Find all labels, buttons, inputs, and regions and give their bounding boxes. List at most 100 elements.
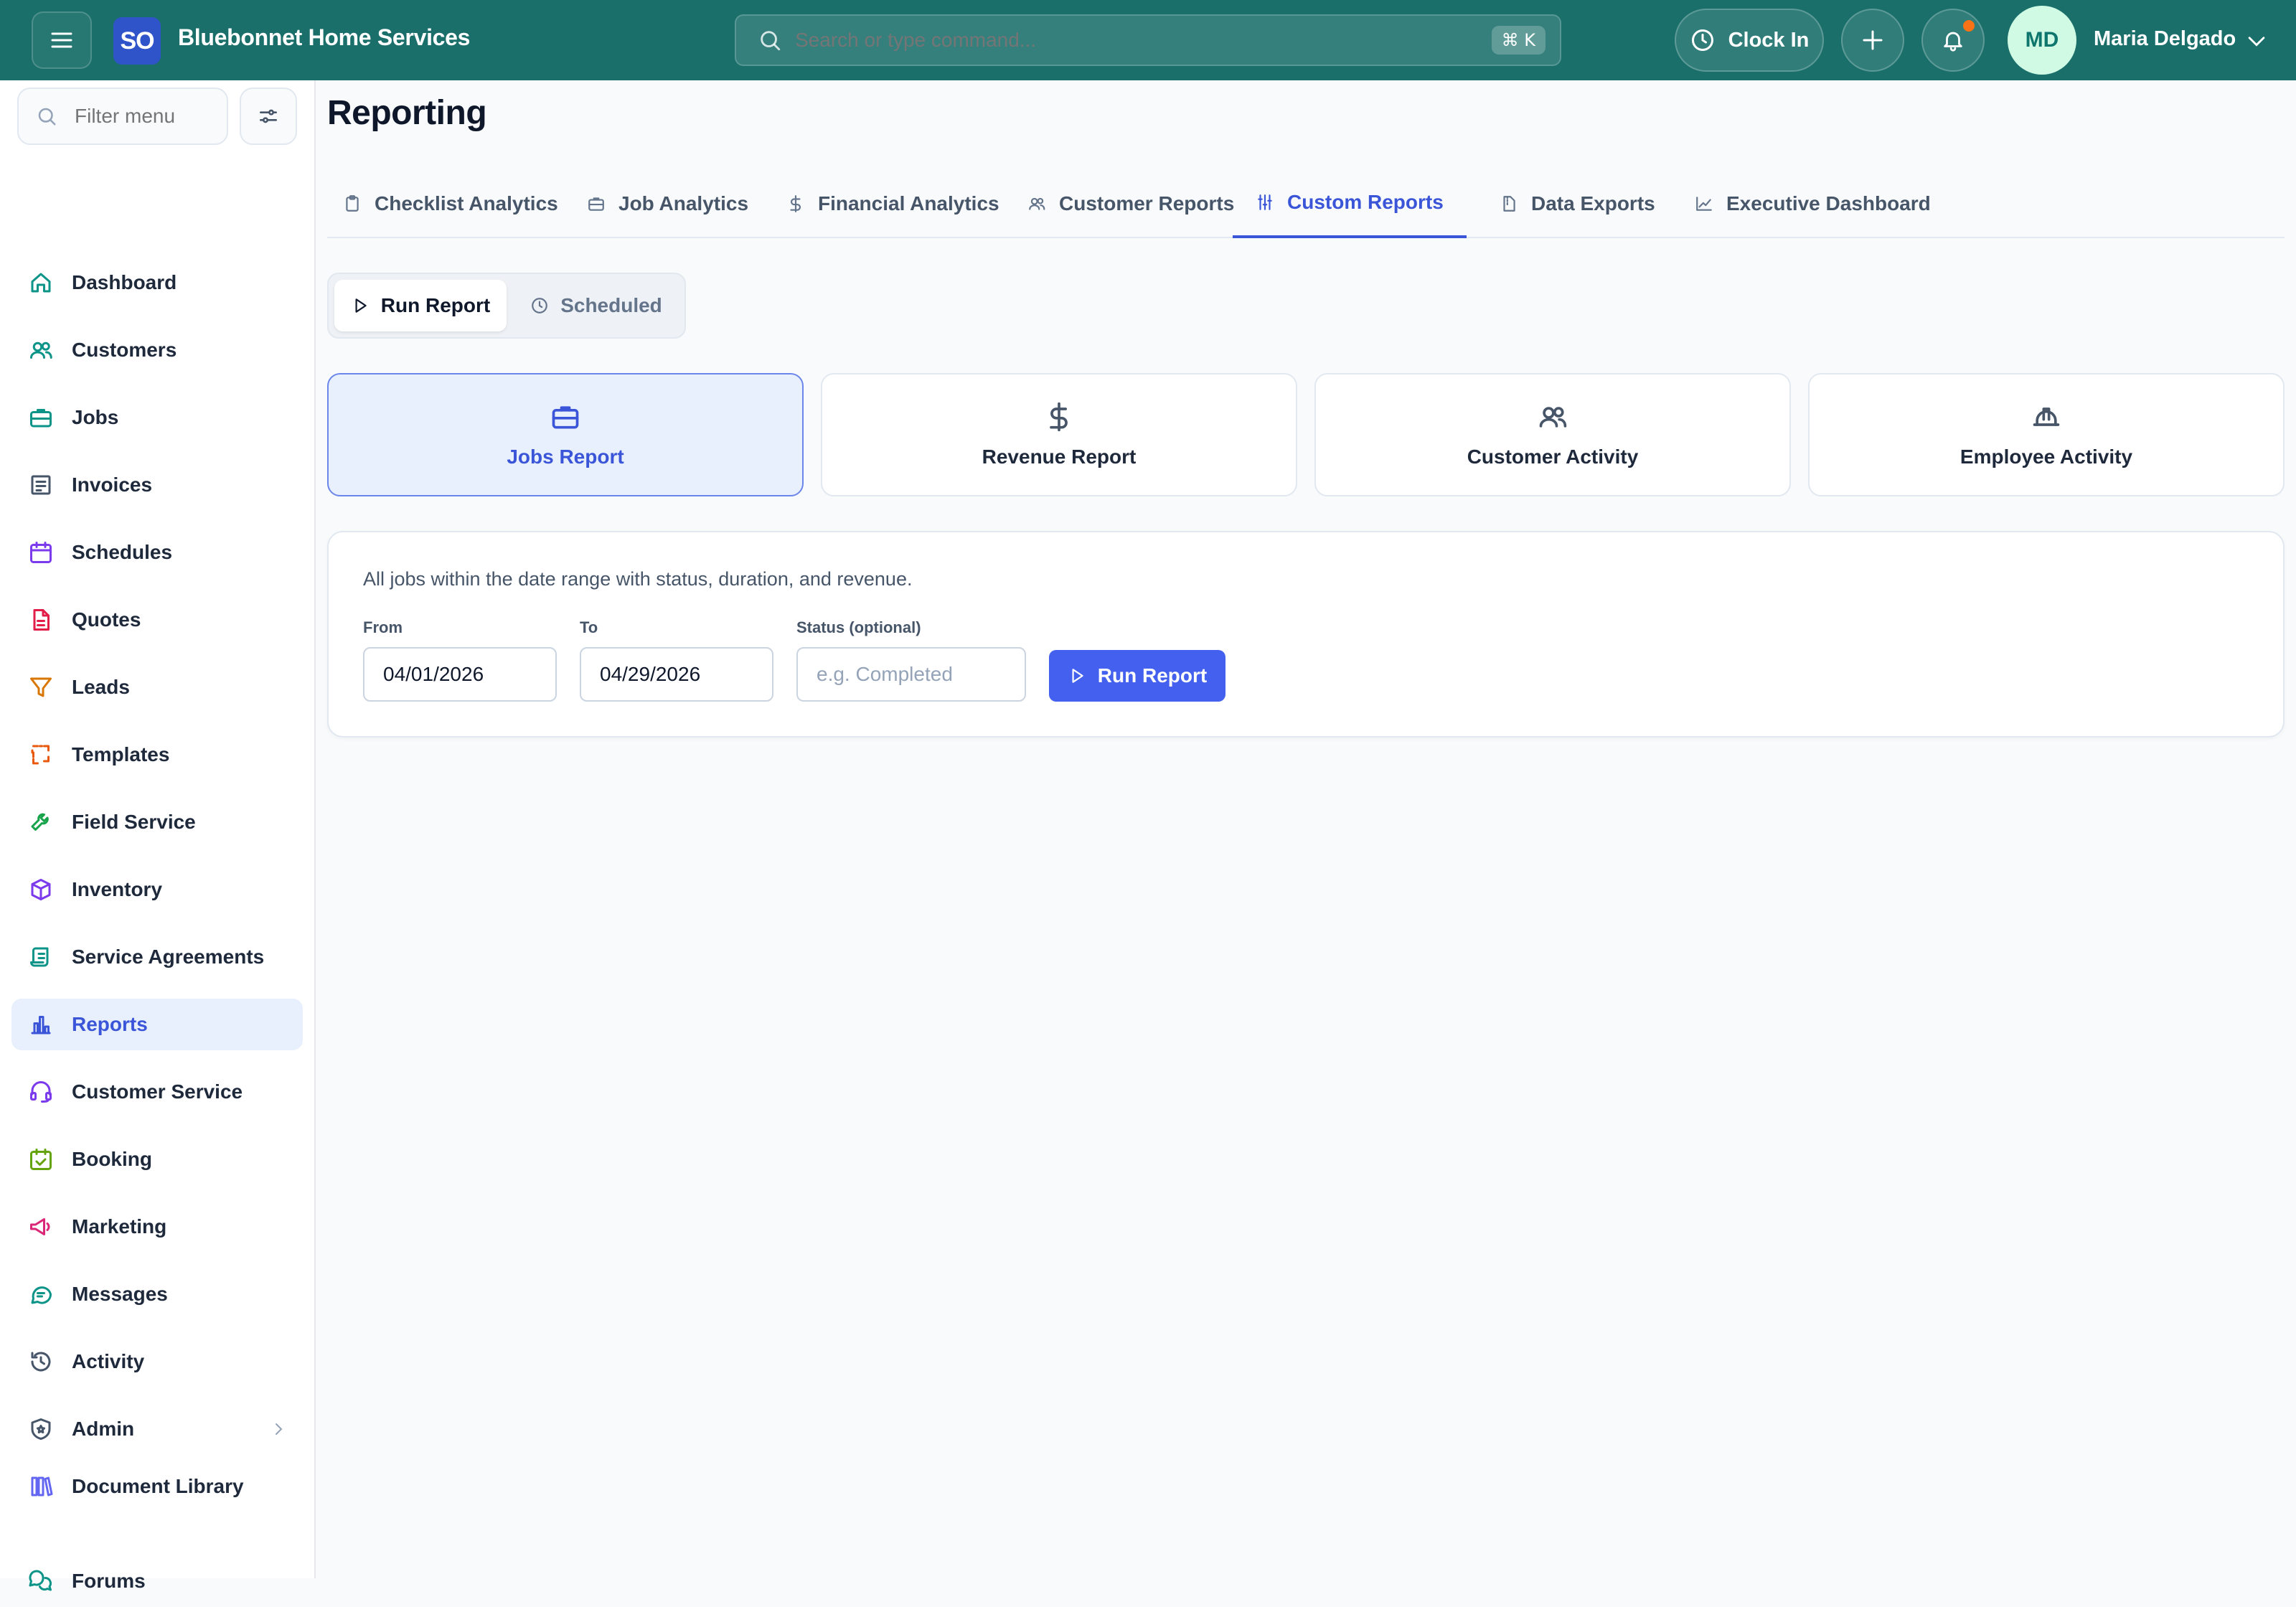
run-report-button[interactable]: Run Report (1049, 650, 1225, 702)
chevron-right-icon[interactable] (270, 1420, 287, 1438)
report-type-employee-activity[interactable]: Employee Activity (1808, 373, 2285, 496)
tab-label: Data Exports (1531, 192, 1655, 215)
to-date-field[interactable] (580, 647, 773, 702)
sidebar-item-quotes[interactable]: Quotes (11, 594, 303, 646)
clock-in-button[interactable]: Clock In (1675, 9, 1824, 72)
sidebar-item-field-service[interactable]: Field Service (11, 796, 303, 848)
play-icon (351, 296, 370, 315)
sidebar-item-label: Activity (72, 1350, 145, 1372)
hard-hat-icon (2031, 401, 2062, 433)
top-bar: SO Bluebonnet Home Services ⌘ K Clock In… (0, 0, 2296, 80)
tab-label: Customer Reports (1059, 192, 1235, 215)
package-icon (27, 876, 55, 903)
clipboard-icon (343, 194, 362, 213)
sidebar-item-templates[interactable]: Templates (11, 729, 303, 781)
bar-chart-icon (27, 1011, 55, 1038)
users-icon (27, 336, 55, 364)
sidebar-item-jobs[interactable]: Jobs (11, 392, 303, 443)
headset-icon (27, 1078, 55, 1106)
message-icon (27, 1281, 55, 1308)
sidebar-item-label: Document Library (72, 1475, 244, 1497)
sidebar-item-label: Jobs (72, 406, 119, 428)
sidebar-item-label: Invoices (72, 473, 153, 496)
tab-customer-reports[interactable]: Customer Reports (1004, 169, 1257, 238)
report-type-revenue-report[interactable]: Revenue Report (821, 373, 1297, 496)
sidebar-item-customer-service[interactable]: Customer Service (11, 1066, 303, 1118)
sidebar-item-label: Booking (72, 1148, 152, 1170)
company-name: Bluebonnet Home Services (178, 24, 471, 50)
status-filter-field[interactable] (796, 647, 1026, 702)
sidebar-item-activity[interactable]: Activity (11, 1336, 303, 1387)
sidebar-item-messages[interactable]: Messages (11, 1268, 303, 1320)
quick-add-button[interactable] (1841, 9, 1904, 72)
user-name[interactable]: Maria Delgado (2094, 27, 2236, 51)
sidebar-item-invoices[interactable]: Invoices (11, 459, 303, 511)
filter-menu-input[interactable] (75, 105, 218, 128)
sidebar: Dashboard Customers Jobs Invoices Schedules Q… (0, 80, 316, 1592)
status-filter-label: Status (optional) (796, 618, 921, 636)
sidebar-item-label: Customer Service (72, 1080, 243, 1103)
search-input[interactable] (795, 29, 1492, 52)
sidebar-item-label: Messages (72, 1283, 168, 1305)
sidebar-item-label: Templates (72, 743, 170, 765)
clock-icon (1690, 27, 1716, 53)
sidebar-item-label: Marketing (72, 1215, 167, 1238)
sidebar-item-booking[interactable]: Booking (11, 1134, 303, 1185)
scheduled-mode-button[interactable]: Scheduled (514, 280, 679, 331)
sidebar-item-marketing[interactable]: Marketing (11, 1201, 303, 1253)
run-report-mode-button[interactable]: Run Report (334, 280, 507, 331)
search-icon (36, 105, 57, 127)
report-type-jobs-report[interactable]: Jobs Report (327, 373, 804, 496)
briefcase-icon (27, 404, 55, 431)
users-icon (1537, 401, 1568, 433)
tab-data-exports[interactable]: Data Exports (1477, 169, 1678, 238)
history-icon (27, 1348, 55, 1375)
menu-settings-button[interactable] (240, 88, 297, 145)
global-search[interactable]: ⌘ K (735, 14, 1561, 66)
from-date-field[interactable] (363, 647, 557, 702)
tab-executive-dashboard[interactable]: Executive Dashboard (1672, 169, 1954, 238)
sidebar-item-reports[interactable]: Reports (11, 999, 303, 1050)
sidebar-item-customers[interactable]: Customers (11, 324, 303, 376)
report-type-label: Customer Activity (1467, 446, 1639, 468)
sidebar-item-service-agreements[interactable]: Service Agreements (11, 931, 303, 983)
chat-bubbles-icon (27, 1568, 55, 1595)
tab-job-analytics[interactable]: Job Analytics (564, 169, 771, 238)
menu-toggle-button[interactable] (32, 11, 92, 69)
run-mode-toggle: Run Report Scheduled (327, 273, 686, 339)
keyboard-shortcut-badge: ⌘ K (1491, 26, 1545, 55)
report-parameters-card: All jobs within the date range with stat… (327, 531, 2285, 737)
sidebar-item-dashboard[interactable]: Dashboard (11, 257, 303, 308)
page-title: Reporting (327, 94, 487, 132)
funnel-icon (27, 674, 55, 701)
sidebar-item-inventory[interactable]: Inventory (11, 864, 303, 915)
report-tabs: Checklist Analytics Job Analytics Financia… (327, 169, 2285, 238)
sidebar-item-forums[interactable]: Forums (11, 1555, 303, 1607)
sidebar-item-leads[interactable]: Leads (11, 661, 303, 713)
dollar-icon (786, 194, 805, 213)
tab-checklist-analytics[interactable]: Checklist Analytics (320, 169, 581, 238)
tab-custom-reports[interactable]: Custom Reports (1233, 169, 1467, 238)
plus-icon (1860, 27, 1886, 53)
sidebar-item-schedules[interactable]: Schedules (11, 527, 303, 578)
tab-financial-analytics[interactable]: Financial Analytics (763, 169, 1022, 238)
dollar-icon (1043, 401, 1075, 433)
trend-chart-icon (1695, 194, 1713, 213)
notifications-button[interactable] (1921, 9, 1985, 72)
filter-menu-field[interactable] (17, 88, 228, 145)
chevron-down-icon[interactable] (2244, 29, 2269, 53)
tab-label: Executive Dashboard (1726, 192, 1931, 215)
sidebar-item-document-library[interactable]: Document Library (11, 1461, 303, 1512)
sidebar-item-admin[interactable]: Admin (11, 1403, 303, 1455)
company-logo[interactable]: SO (113, 17, 161, 65)
from-date-label: From (363, 618, 403, 636)
report-type-customer-activity[interactable]: Customer Activity (1314, 373, 1791, 496)
report-description: All jobs within the date range with stat… (363, 568, 913, 590)
calendar-check-icon (27, 1146, 55, 1173)
run-report-mode-label: Run Report (380, 294, 491, 316)
sidebar-item-label: Leads (72, 676, 130, 698)
tab-label: Custom Reports (1287, 191, 1444, 213)
clock-icon (530, 296, 549, 315)
library-icon (27, 1473, 55, 1500)
avatar[interactable]: MD (2008, 6, 2076, 75)
